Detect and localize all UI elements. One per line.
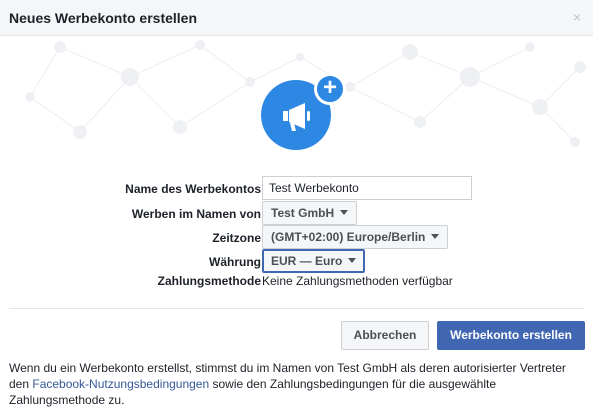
cancel-button[interactable]: Abbrechen — [341, 321, 429, 350]
dialog-title: Neues Werbekonto erstellen — [9, 10, 198, 26]
ad-account-hero: + — [261, 73, 346, 150]
payment-method-row: Zahlungsmethode Keine Zahlungsmethoden v… — [0, 268, 593, 292]
account-name-input[interactable]: Test Werbekonto — [262, 176, 472, 200]
advertise-for-row: Werben im Namen von Test GmbH — [0, 201, 593, 225]
chevron-down-icon — [340, 210, 349, 216]
timezone-value: (GMT+02:00) Europe/Berlin — [271, 230, 426, 244]
advertise-for-select[interactable]: Test GmbH — [262, 201, 358, 225]
advertise-for-label: Werben im Namen von — [131, 207, 261, 221]
timezone-row: Zeitzone (GMT+02:00) Europe/Berlin — [0, 225, 593, 249]
create-ad-account-dialog: Neues Werbekonto erstellen × + Name des … — [0, 0, 593, 420]
plus-badge-icon: + — [314, 73, 346, 105]
footer-divider — [9, 308, 584, 309]
payment-method-label: Zahlungsmethode — [157, 274, 261, 288]
account-name-label: Name des Werbekontos — [125, 182, 261, 196]
currency-value: EUR — Euro — [271, 254, 343, 268]
terms-notice: Wenn du ein Werbekonto erstellst, stimms… — [9, 360, 584, 408]
timezone-label: Zeitzone — [212, 231, 261, 245]
dialog-header: Neues Werbekonto erstellen × — [0, 0, 593, 36]
advertise-for-value: Test GmbH — [271, 206, 335, 220]
payment-method-value: Keine Zahlungsmethoden verfügbar — [262, 274, 453, 288]
account-name-row: Name des Werbekontos Test Werbekonto — [0, 176, 593, 200]
currency-label: Währung — [209, 255, 261, 269]
close-icon[interactable]: × — [569, 8, 585, 26]
chevron-down-icon — [348, 258, 357, 264]
chevron-down-icon — [431, 234, 440, 240]
create-ad-account-button[interactable]: Werbekonto erstellen — [437, 321, 585, 350]
timezone-select[interactable]: (GMT+02:00) Europe/Berlin — [262, 225, 449, 249]
terms-link[interactable]: Facebook-Nutzungsbedingungen — [32, 377, 209, 391]
